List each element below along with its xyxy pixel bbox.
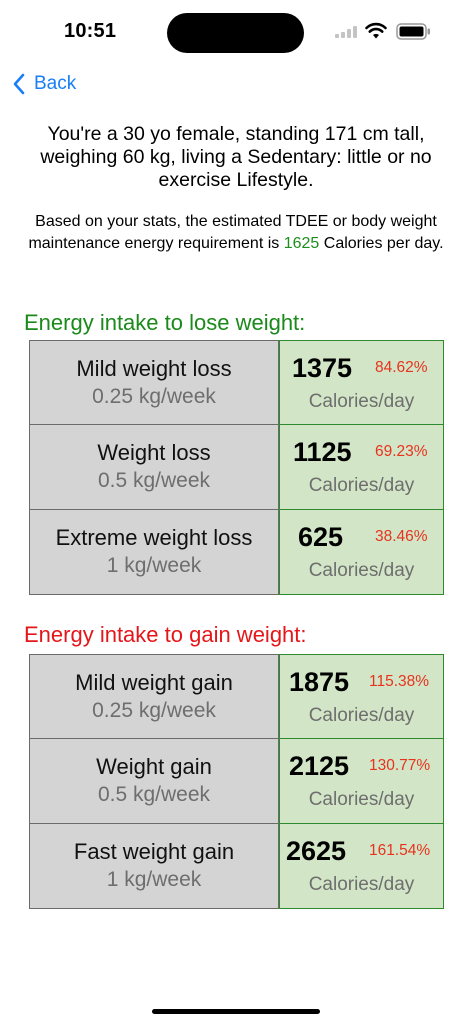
calorie-value: 625 (298, 522, 344, 552)
calorie-value: 2125 (289, 751, 350, 781)
plan-rate: 0.25 kg/week (92, 384, 216, 408)
plan-rate: 0.25 kg/week (92, 698, 216, 722)
table-row: Weight gain 0.5 kg/week 2125 130.77% Cal… (29, 739, 444, 824)
back-label: Back (34, 73, 77, 94)
calorie-unit: Calories/day (308, 705, 415, 726)
calorie-percent: 69.23% (375, 443, 428, 460)
calorie-percent: 115.38% (369, 673, 430, 690)
back-button[interactable]: Back (12, 70, 76, 98)
calorie-cell: 1875 115.38% Calories/day (279, 654, 444, 739)
tdee-text: Based on your stats, the estimated TDEE … (20, 211, 452, 255)
calorie-cell: 1125 69.23% Calories/day (279, 425, 444, 510)
plan-cell: Extreme weight loss 1 kg/week (29, 510, 279, 595)
dynamic-island (167, 13, 304, 53)
calorie-unit: Calories/day (308, 391, 415, 412)
calorie-cell: 1375 84.62% Calories/day (279, 340, 444, 425)
lose-weight-table: Mild weight loss 0.25 kg/week 1375 84.62… (29, 340, 444, 595)
wifi-icon (365, 22, 387, 39)
gain-weight-title: Energy intake to gain weight: (24, 622, 307, 647)
chevron-left-icon (13, 73, 25, 95)
plan-cell: Weight gain 0.5 kg/week (29, 739, 279, 824)
plan-cell: Mild weight loss 0.25 kg/week (29, 340, 279, 425)
calorie-unit: Calories/day (308, 560, 415, 581)
calorie-cell: 2625 161.54% Calories/day (279, 824, 444, 909)
cellular-signal-icon (335, 26, 359, 38)
plan-cell: Fast weight gain 1 kg/week (29, 824, 279, 909)
calorie-percent: 84.62% (375, 359, 428, 376)
plan-name: Extreme weight loss (55, 525, 253, 550)
status-time: 10:51 (64, 20, 117, 42)
gain-weight-table: Mild weight gain 0.25 kg/week 1875 115.3… (29, 654, 444, 909)
table-row: Weight loss 0.5 kg/week 1125 69.23% Calo… (29, 425, 444, 510)
calorie-unit: Calories/day (308, 874, 415, 895)
table-row: Extreme weight loss 1 kg/week 625 38.46%… (29, 510, 444, 595)
plan-rate: 1 kg/week (106, 554, 202, 577)
plan-name: Weight gain (96, 754, 212, 779)
calorie-percent: 161.54% (369, 842, 431, 859)
home-indicator[interactable] (152, 1009, 320, 1014)
plan-cell: Weight loss 0.5 kg/week (29, 425, 279, 510)
calorie-value: 1375 (292, 353, 353, 383)
status-bar: 10:51 (0, 0, 472, 60)
plan-cell: Mild weight gain 0.25 kg/week (29, 654, 279, 739)
plan-name: Mild weight gain (75, 669, 233, 695)
calorie-unit: Calories/day (308, 475, 415, 496)
plan-rate: 1 kg/week (106, 868, 202, 891)
plan-rate: 0.5 kg/week (97, 469, 211, 492)
plan-name: Fast weight gain (73, 839, 235, 864)
tdee-value: 1625 (283, 235, 320, 252)
plan-name: Mild weight loss (76, 355, 232, 381)
calorie-unit: Calories/day (308, 789, 415, 810)
table-row: Fast weight gain 1 kg/week 2625 161.54% … (29, 824, 444, 909)
profile-summary: You're a 30 yo female, standing 171 cm t… (40, 123, 432, 191)
table-row: Mild weight loss 0.25 kg/week 1375 84.62… (29, 340, 444, 425)
calorie-value: 2625 (286, 836, 347, 866)
plan-name: Weight loss (97, 440, 211, 465)
calorie-cell: 625 38.46% Calories/day (279, 510, 444, 595)
lose-weight-title: Energy intake to lose weight: (24, 310, 306, 335)
table-row: Mild weight gain 0.25 kg/week 1875 115.3… (29, 654, 444, 739)
plan-rate: 0.5 kg/week (97, 783, 211, 806)
tdee-suffix: Calories per day. (323, 235, 444, 252)
calorie-cell: 2125 130.77% Calories/day (279, 739, 444, 824)
calorie-percent: 38.46% (375, 528, 428, 545)
battery-icon (396, 23, 430, 40)
calorie-value: 1125 (293, 437, 352, 467)
calorie-percent: 130.77% (369, 757, 431, 774)
calorie-value: 1875 (289, 667, 350, 697)
